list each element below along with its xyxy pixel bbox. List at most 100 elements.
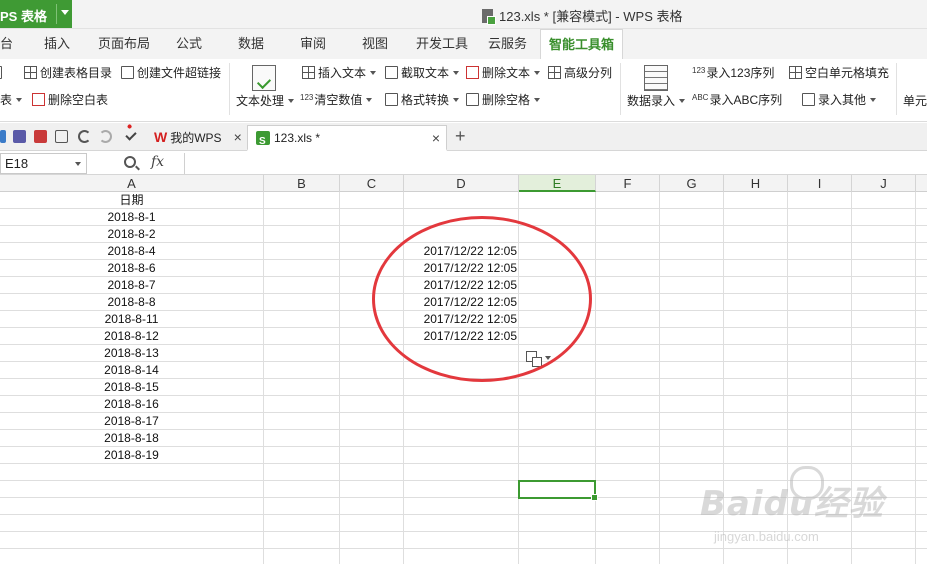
cell-a[interactable]: 2018-8-8 [0, 294, 263, 311]
chevron-down-icon [679, 99, 686, 103]
annotation-circle [372, 216, 592, 382]
column-header-j[interactable]: J [852, 175, 916, 192]
redo-icon[interactable] [99, 130, 112, 143]
tab-123-xls-label: 123.xls * [274, 131, 321, 145]
cell-a-header[interactable]: 日期 [0, 192, 263, 209]
column-header-e[interactable]: E [519, 175, 596, 192]
tab-my-wps[interactable]: W 我的WPS × [146, 125, 252, 151]
format-convert-label: 格式转换 [401, 93, 450, 107]
column-header-d[interactable]: D [404, 175, 519, 192]
cell-a[interactable]: 2018-8-15 [0, 379, 263, 396]
undo-icon[interactable] [78, 130, 91, 143]
grid-line [659, 192, 660, 564]
column-header-i[interactable]: I [788, 175, 852, 192]
spreadsheet-file-icon [256, 130, 270, 154]
search-icon[interactable] [124, 156, 136, 168]
cell-a[interactable]: 2018-8-14 [0, 362, 263, 379]
app-menu-button[interactable]: PS 表格 [0, 0, 72, 28]
tab-cloud[interactable]: 云服务 [488, 29, 527, 59]
tab-formulas[interactable]: 公式 [176, 29, 202, 59]
create-table-toc-button[interactable]: 创建表格目录 [24, 63, 112, 83]
tab-review[interactable]: 审阅 [300, 29, 326, 59]
column-header-h[interactable]: H [724, 175, 788, 192]
new-tab-icon[interactable]: + [455, 127, 466, 145]
text-process-icon[interactable] [252, 65, 276, 91]
tab-view[interactable]: 视图 [362, 29, 388, 59]
fill-blank-icon [789, 66, 802, 79]
fill-blank-cells-button[interactable]: 空白单元格填充 [789, 63, 889, 83]
clear-values-button[interactable]: 123清空数值 [300, 90, 373, 110]
app-menu-dropdown-icon[interactable] [61, 10, 69, 15]
enter-abc-series-button[interactable]: ABC录入ABC序列 [692, 90, 782, 110]
cell-a[interactable]: 2018-8-18 [0, 430, 263, 447]
insert-text-button[interactable]: 插入文本 [302, 63, 377, 83]
formula-input[interactable] [184, 153, 927, 174]
close-icon[interactable]: × [432, 126, 440, 150]
tab-123-xls[interactable]: 123.xls * × [247, 125, 447, 154]
tab-start-partial[interactable]: 台 [0, 29, 13, 59]
cell-a[interactable]: 2018-8-6 [0, 260, 263, 277]
advanced-split-button[interactable]: 高级分列 [548, 63, 612, 83]
delete-blank-sheets-button[interactable]: 删除空白表 [32, 90, 108, 110]
tab-smart-toolbox[interactable]: 智能工具箱 [540, 29, 624, 59]
cell-a[interactable]: 2018-8-2 [0, 226, 263, 243]
print-icon[interactable] [34, 130, 47, 143]
cell-a[interactable]: 2018-8-17 [0, 413, 263, 430]
data-entry-icon[interactable] [644, 65, 668, 91]
tab-data[interactable]: 数据 [238, 29, 264, 59]
cell-a[interactable]: 2018-8-13 [0, 345, 263, 362]
clear-values-label: 清空数值 [314, 93, 363, 107]
left-partial-button[interactable]: 表 [0, 90, 23, 110]
open-icon[interactable] [0, 130, 6, 143]
extract-text-icon [385, 66, 398, 79]
chevron-down-icon[interactable] [75, 162, 81, 166]
ribbon-tab-bar: 台 插入 页面布局 公式 数据 审阅 视图 开发工具 云服务 智能工具箱 [0, 29, 927, 59]
close-icon[interactable]: × [234, 129, 242, 145]
create-sheet-index-button[interactable] [0, 63, 5, 83]
customize-toolbar-icon[interactable] [125, 129, 137, 141]
enter-123-series-button[interactable]: 123录入123序列 [692, 63, 774, 83]
title-bar: PS 表格 123.xls * [兼容模式] - WPS 表格 [0, 0, 927, 29]
extract-text-button[interactable]: 截取文本 [385, 63, 460, 83]
cell-a[interactable]: 2018-8-1 [0, 209, 263, 226]
tab-page-layout[interactable]: 页面布局 [98, 29, 150, 59]
delete-spaces-button[interactable]: 删除空格 [466, 90, 541, 110]
ribbon-panel: 创建表格目录 创建文件超链接 表 删除空白表 文本处理 插入文本 截取文本 删除… [0, 59, 927, 122]
cell-a[interactable]: 2018-8-11 [0, 311, 263, 328]
cell-partial-button[interactable]: 单元 [903, 91, 927, 111]
enter-other-button[interactable]: 录入其他 [802, 90, 877, 110]
column-header-c[interactable]: C [340, 175, 404, 192]
column-header-k-partial[interactable] [916, 175, 927, 192]
column-header-b[interactable]: B [264, 175, 340, 192]
chevron-down-icon [534, 98, 541, 102]
name-box[interactable]: E18 [0, 153, 87, 174]
column-header-f[interactable]: F [596, 175, 660, 192]
cell-a[interactable]: 2018-8-12 [0, 328, 263, 345]
text-process-label: 文本处理 [236, 94, 285, 108]
cell-a[interactable]: 2018-8-4 [0, 243, 263, 260]
format-convert-button[interactable]: 格式转换 [385, 90, 460, 110]
advanced-split-icon [548, 66, 561, 79]
grid-line [339, 192, 340, 564]
column-header-row: A B C D E F G H I J [0, 175, 927, 192]
delete-blank-label: 删除空白表 [48, 93, 109, 107]
tab-insert[interactable]: 插入 [44, 29, 70, 59]
grid-line [595, 192, 596, 564]
format-convert-icon [385, 93, 398, 106]
active-cell-e18[interactable] [518, 480, 598, 501]
data-entry-label: 数据录入 [627, 94, 676, 108]
cell-a[interactable]: 2018-8-16 [0, 396, 263, 413]
save-icon[interactable] [13, 130, 26, 143]
column-header-a[interactable]: A [0, 175, 264, 192]
text-process-button[interactable]: 文本处理 [236, 91, 295, 111]
print-preview-icon[interactable] [55, 130, 68, 143]
create-hyperlink-button[interactable]: 创建文件超链接 [121, 63, 221, 83]
data-entry-button[interactable]: 数据录入 [627, 91, 686, 111]
cell-a[interactable]: 2018-8-7 [0, 277, 263, 294]
delete-text-button[interactable]: 删除文本 [466, 63, 541, 83]
column-header-g[interactable]: G [660, 175, 724, 192]
insert-function-icon[interactable]: fx [151, 154, 164, 170]
cell-a[interactable]: 2018-8-19 [0, 447, 263, 464]
tab-developer[interactable]: 开发工具 [416, 29, 468, 59]
ribbon-divider [896, 63, 897, 115]
